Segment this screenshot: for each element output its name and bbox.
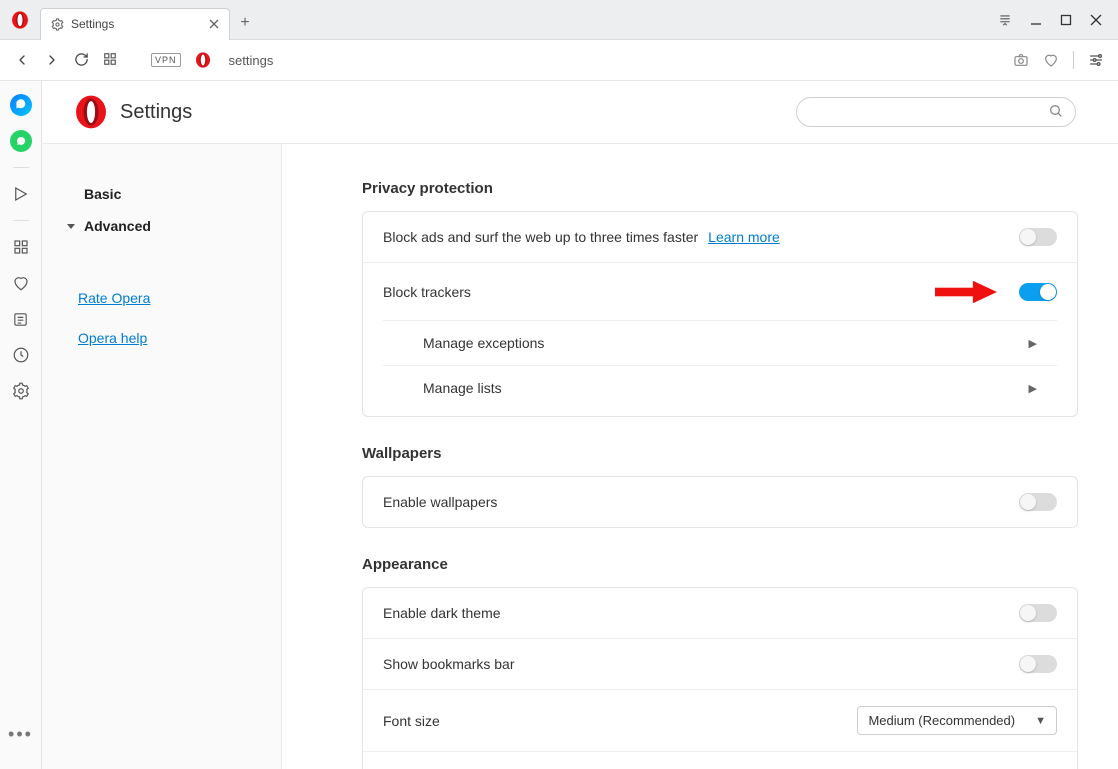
toggle-dark-theme[interactable] xyxy=(1019,604,1057,622)
sidebar-item-advanced[interactable]: Advanced xyxy=(62,210,267,242)
play-icon[interactable] xyxy=(7,180,35,208)
page-header: Settings xyxy=(42,81,1118,144)
wallpapers-card: Enable wallpapers xyxy=(362,476,1078,528)
row-label: Show bookmarks bar xyxy=(383,656,515,672)
font-size-select[interactable]: Medium (Recommended) ▼ xyxy=(857,706,1057,735)
chevron-right-icon: ▶ xyxy=(1029,382,1037,395)
tab-settings[interactable]: Settings xyxy=(40,8,230,40)
window-controls xyxy=(998,13,1118,27)
url-text[interactable]: settings xyxy=(229,53,274,68)
toolbar: VPN settings xyxy=(0,40,1118,81)
chevron-right-icon: ▶ xyxy=(1029,337,1037,350)
easy-setup-icon[interactable] xyxy=(1088,52,1104,68)
opera-menu-button[interactable] xyxy=(0,0,40,40)
row-manage-exceptions[interactable]: Manage exceptions ▶ xyxy=(383,320,1057,366)
toggle-bookmarks-bar[interactable] xyxy=(1019,655,1057,673)
toggle-block-ads[interactable] xyxy=(1019,228,1057,246)
titlebar: Settings + xyxy=(0,0,1118,40)
maximize-icon[interactable] xyxy=(1060,14,1072,26)
search-icon[interactable] xyxy=(1048,103,1064,119)
history-icon[interactable] xyxy=(7,341,35,369)
row-block-ads: Block ads and surf the web up to three t… xyxy=(363,212,1077,263)
row-font-size: Font size Medium (Recommended) ▼ xyxy=(363,690,1077,752)
speed-dial-button[interactable] xyxy=(103,52,117,68)
row-block-trackers: Block trackers xyxy=(363,263,1077,321)
row-manage-lists[interactable]: Manage lists ▶ xyxy=(383,366,1057,410)
row-label: Manage exceptions xyxy=(423,335,544,351)
row-dark-theme: Enable dark theme xyxy=(363,588,1077,639)
row-label: Enable wallpapers xyxy=(383,494,497,510)
section-title-privacy: Privacy protection xyxy=(362,180,1078,197)
whatsapp-icon[interactable] xyxy=(7,127,35,155)
row-customize-fonts[interactable]: Customize fonts xyxy=(363,752,1077,769)
snapshot-icon[interactable] xyxy=(1013,52,1029,68)
section-title-wallpapers: Wallpapers xyxy=(362,445,1078,462)
back-button[interactable] xyxy=(14,52,30,68)
section-title-appearance: Appearance xyxy=(362,556,1078,573)
annotation-arrow-icon xyxy=(935,279,997,305)
row-enable-wallpapers: Enable wallpapers xyxy=(363,477,1077,527)
opera-help-link[interactable]: Opera help xyxy=(62,322,267,354)
heart-icon[interactable] xyxy=(1043,52,1059,68)
row-bookmarks-bar: Show bookmarks bar xyxy=(363,639,1077,690)
select-value: Medium (Recommended) xyxy=(868,713,1015,728)
opera-icon xyxy=(195,52,211,68)
appearance-card: Enable dark theme Show bookmarks bar Fon… xyxy=(362,587,1078,769)
close-icon[interactable] xyxy=(209,19,219,29)
heart-rail-icon[interactable] xyxy=(7,269,35,297)
row-label: Block ads and surf the web up to three t… xyxy=(383,229,698,245)
privacy-card: Block ads and surf the web up to three t… xyxy=(362,211,1078,417)
learn-more-link[interactable]: Learn more xyxy=(708,229,780,245)
minimize-icon[interactable] xyxy=(1030,14,1042,26)
opera-icon xyxy=(74,95,108,129)
speed-dial-icon[interactable] xyxy=(7,233,35,261)
sidebar-item-label: Advanced xyxy=(84,218,151,234)
row-label: Block trackers xyxy=(383,284,471,300)
rail-more-button[interactable]: ••• xyxy=(8,724,33,769)
workspaces-icon[interactable] xyxy=(998,13,1012,27)
page-title: Settings xyxy=(120,101,192,124)
chevron-down-icon xyxy=(66,221,76,231)
forward-button[interactable] xyxy=(44,52,60,68)
content: Settings Basic Advanced Rate Opera Opera… xyxy=(42,81,1118,769)
close-window-icon[interactable] xyxy=(1090,14,1102,26)
sidebar-item-label: Basic xyxy=(84,186,121,202)
vpn-badge[interactable]: VPN xyxy=(151,53,181,67)
row-label: Enable dark theme xyxy=(383,605,501,621)
tab-title: Settings xyxy=(71,17,114,31)
gear-icon xyxy=(51,18,64,31)
row-label: Manage lists xyxy=(423,380,502,396)
news-icon[interactable] xyxy=(7,305,35,333)
rate-opera-link[interactable]: Rate Opera xyxy=(62,282,267,314)
left-rail: ••• xyxy=(0,81,42,769)
settings-sidebar: Basic Advanced Rate Opera Opera help xyxy=(42,144,282,769)
toggle-enable-wallpapers[interactable] xyxy=(1019,493,1057,511)
toggle-block-trackers[interactable] xyxy=(1019,283,1057,301)
sidebar-item-basic[interactable]: Basic xyxy=(62,178,267,210)
messenger-icon[interactable] xyxy=(7,91,35,119)
settings-rail-icon[interactable] xyxy=(7,377,35,405)
row-label: Font size xyxy=(383,713,440,729)
chevron-down-icon: ▼ xyxy=(1035,715,1046,727)
main-panel[interactable]: Privacy protection Block ads and surf th… xyxy=(282,144,1118,769)
reload-button[interactable] xyxy=(74,52,89,68)
new-tab-button[interactable]: + xyxy=(230,14,260,32)
opera-icon xyxy=(11,11,29,29)
search-input[interactable] xyxy=(796,97,1076,127)
